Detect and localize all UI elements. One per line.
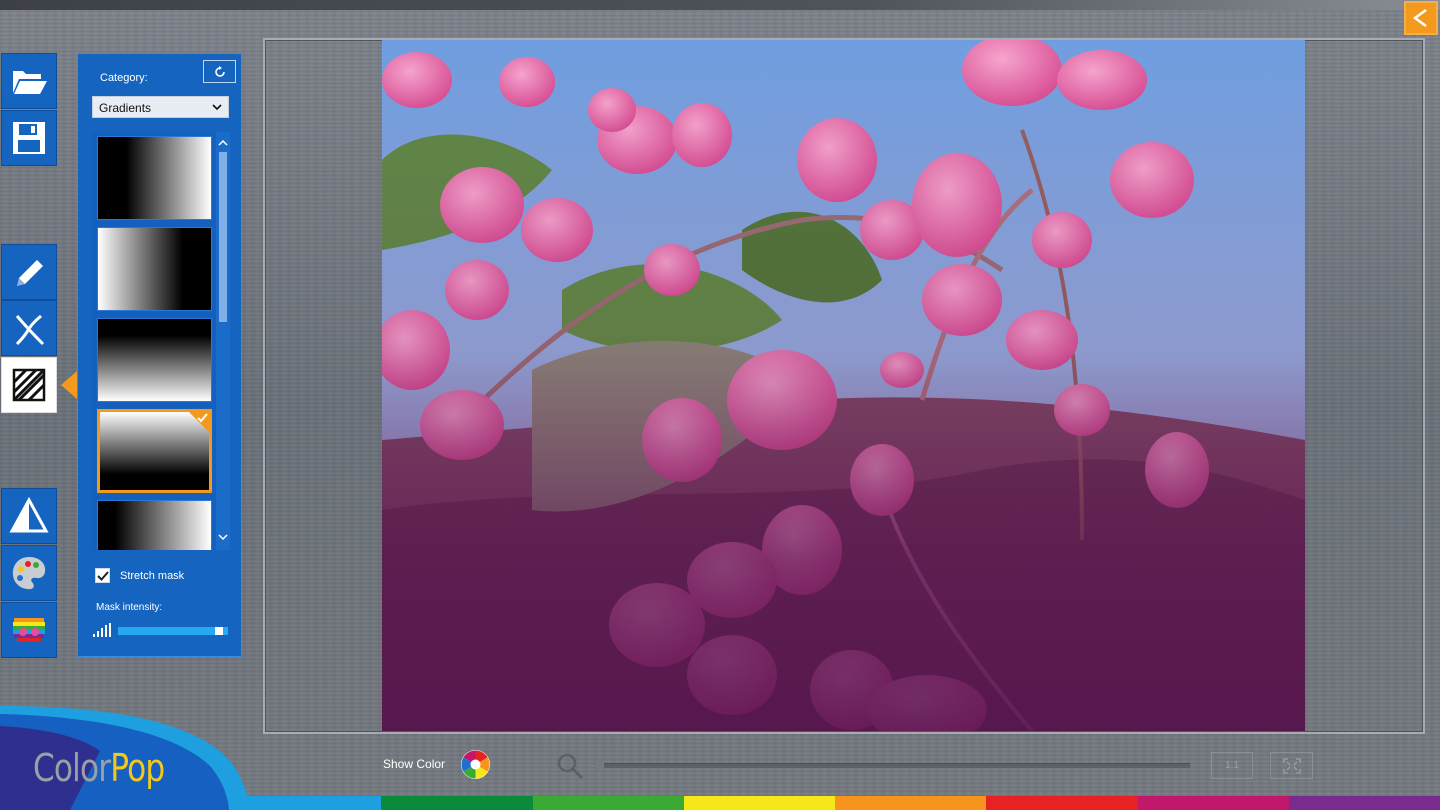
stretch-mask-checkbox[interactable]: [95, 568, 110, 583]
color-filter-icon: [13, 618, 45, 642]
category-selected: Gradients: [99, 101, 152, 115]
title-strip: [0, 0, 1440, 10]
save-button[interactable]: [1, 110, 57, 166]
rainbow-band: [532, 796, 684, 810]
stretch-mask-label: Stretch mask: [120, 570, 185, 582]
show-color-label: Show Color: [383, 757, 446, 771]
palette-button[interactable]: [1, 545, 57, 601]
rainbow-band: [1288, 796, 1440, 810]
color-filter-button[interactable]: [1, 602, 57, 658]
category-dropdown[interactable]: Gradients: [92, 96, 229, 118]
mask-thumbnail[interactable]: [97, 500, 212, 550]
back-button[interactable]: [1404, 1, 1438, 35]
zoom-icon: [557, 753, 584, 780]
mask-panel: Category: Gradients Stretch mask Mask in…: [77, 53, 242, 657]
rainbow-strip: [230, 796, 1440, 810]
eraser-button[interactable]: [1, 300, 57, 356]
logo-pop: Pop: [110, 746, 165, 790]
scrollbar-thumb[interactable]: [219, 152, 227, 322]
checkmark-icon: [197, 413, 208, 423]
active-tool-pointer: [61, 371, 77, 399]
triangle-icon: [9, 496, 49, 533]
eraser-icon: [15, 314, 45, 346]
gradient-mask-icon: [12, 368, 46, 402]
zoom-slider[interactable]: [598, 763, 1190, 768]
pencil-button[interactable]: [1, 244, 57, 300]
reset-button[interactable]: [203, 60, 236, 83]
rainbow-band: [835, 796, 987, 810]
mask-list: [92, 132, 230, 550]
mask-thumbnail[interactable]: [97, 318, 212, 402]
checkmark-icon: [96, 570, 109, 581]
fullscreen-button[interactable]: [1270, 752, 1313, 779]
pencil-icon: [17, 260, 43, 286]
app-logo: ColorPop: [33, 746, 165, 790]
intensity-bars-icon: [93, 623, 111, 637]
chevron-left-icon: [1412, 8, 1427, 28]
save-icon: [13, 122, 45, 154]
rainbow-band: [230, 796, 382, 810]
photo-flowers: [382, 40, 1305, 731]
refresh-icon: [214, 65, 225, 77]
rainbow-band: [381, 796, 533, 810]
open-icon: [13, 71, 47, 94]
triangle-button[interactable]: [1, 488, 57, 544]
rainbow-band: [986, 796, 1138, 810]
palette-icon: [12, 557, 46, 590]
zoom-slider-thumb[interactable]: [596, 760, 604, 770]
mask-list-scrollbar[interactable]: [216, 132, 230, 550]
mask-intensity-slider-thumb[interactable]: [215, 627, 223, 635]
open-button[interactable]: [1, 53, 57, 109]
rainbow-band: [1137, 796, 1289, 810]
mask-intensity-label: Mask intensity:: [96, 602, 163, 613]
expand-icon: [1282, 757, 1301, 774]
edited-photo[interactable]: [382, 40, 1305, 731]
color-wheel-icon[interactable]: [460, 749, 491, 780]
mask-thumbnail-selected[interactable]: [97, 409, 212, 493]
mask-thumbnail[interactable]: [97, 227, 212, 311]
actual-size-button[interactable]: 1:1: [1211, 752, 1253, 779]
scroll-up-icon[interactable]: [218, 138, 228, 148]
logo-color: Color: [33, 746, 111, 790]
gradient-mask-button[interactable]: [1, 357, 57, 413]
rainbow-band: [683, 796, 835, 810]
actual-size-label: 1:1: [1225, 760, 1239, 771]
scroll-down-icon[interactable]: [218, 532, 228, 542]
mask-thumbnail[interactable]: [97, 136, 212, 220]
category-label: Category:: [100, 72, 148, 84]
chevron-down-icon: [212, 104, 222, 111]
mask-intensity-slider[interactable]: [118, 627, 228, 635]
